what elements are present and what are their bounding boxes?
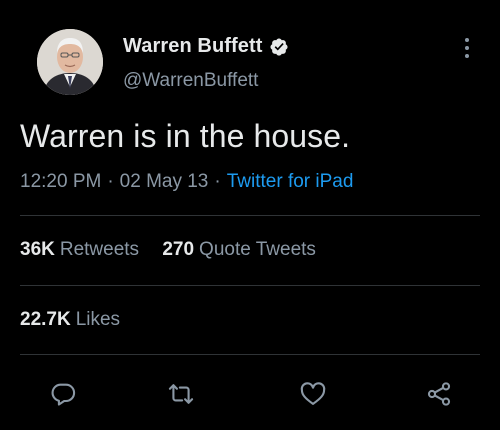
heart-icon bbox=[300, 382, 326, 405]
action-bar bbox=[0, 377, 500, 411]
avatar[interactable] bbox=[37, 29, 103, 95]
divider bbox=[20, 285, 480, 286]
retweet-icon bbox=[168, 384, 194, 404]
author-handle[interactable]: @WarrenBuffett bbox=[123, 70, 258, 92]
quote-tweets-stat[interactable]: 270 Quote Tweets bbox=[162, 239, 316, 260]
author-display-name[interactable]: Warren Buffett bbox=[123, 35, 263, 58]
divider bbox=[20, 354, 480, 355]
divider bbox=[20, 215, 480, 216]
verified-badge-icon bbox=[269, 37, 289, 57]
retweets-stat[interactable]: 36K Retweets bbox=[20, 239, 139, 260]
author-name-row: Warren Buffett bbox=[123, 35, 289, 58]
share-icon bbox=[427, 382, 451, 406]
tweet-date[interactable]: 02 May 13 bbox=[120, 171, 209, 192]
share-button[interactable] bbox=[422, 377, 456, 411]
quote-tweets-label: Quote Tweets bbox=[199, 239, 316, 260]
like-button[interactable] bbox=[296, 377, 330, 411]
meta-separator: · bbox=[107, 171, 114, 192]
tweet-meta: 12:20 PM · 02 May 13 · Twitter for iPad bbox=[20, 171, 353, 193]
meta-separator: · bbox=[214, 171, 221, 192]
retweet-button[interactable] bbox=[164, 377, 198, 411]
likes-count: 22.7K bbox=[20, 309, 71, 330]
likes-stat[interactable]: 22.7K Likes bbox=[20, 309, 120, 331]
retweets-label: Retweets bbox=[59, 239, 140, 260]
likes-label: Likes bbox=[75, 309, 121, 330]
engagement-stats: 36K Retweets 270 Quote Tweets bbox=[20, 239, 316, 261]
tweet-detail: Warren Buffett @WarrenBuffett Warren is … bbox=[0, 0, 500, 430]
tweet-text: Warren is in the house. bbox=[20, 118, 351, 154]
quote-tweets-count: 270 bbox=[162, 239, 195, 260]
profile-photo-icon bbox=[37, 29, 103, 95]
reply-icon bbox=[51, 383, 76, 406]
retweets-count: 36K bbox=[20, 239, 55, 260]
tweet-source-link[interactable]: Twitter for iPad bbox=[227, 171, 354, 192]
reply-button[interactable] bbox=[46, 377, 80, 411]
more-options-icon[interactable] bbox=[462, 36, 472, 60]
tweet-time[interactable]: 12:20 PM bbox=[20, 171, 101, 192]
